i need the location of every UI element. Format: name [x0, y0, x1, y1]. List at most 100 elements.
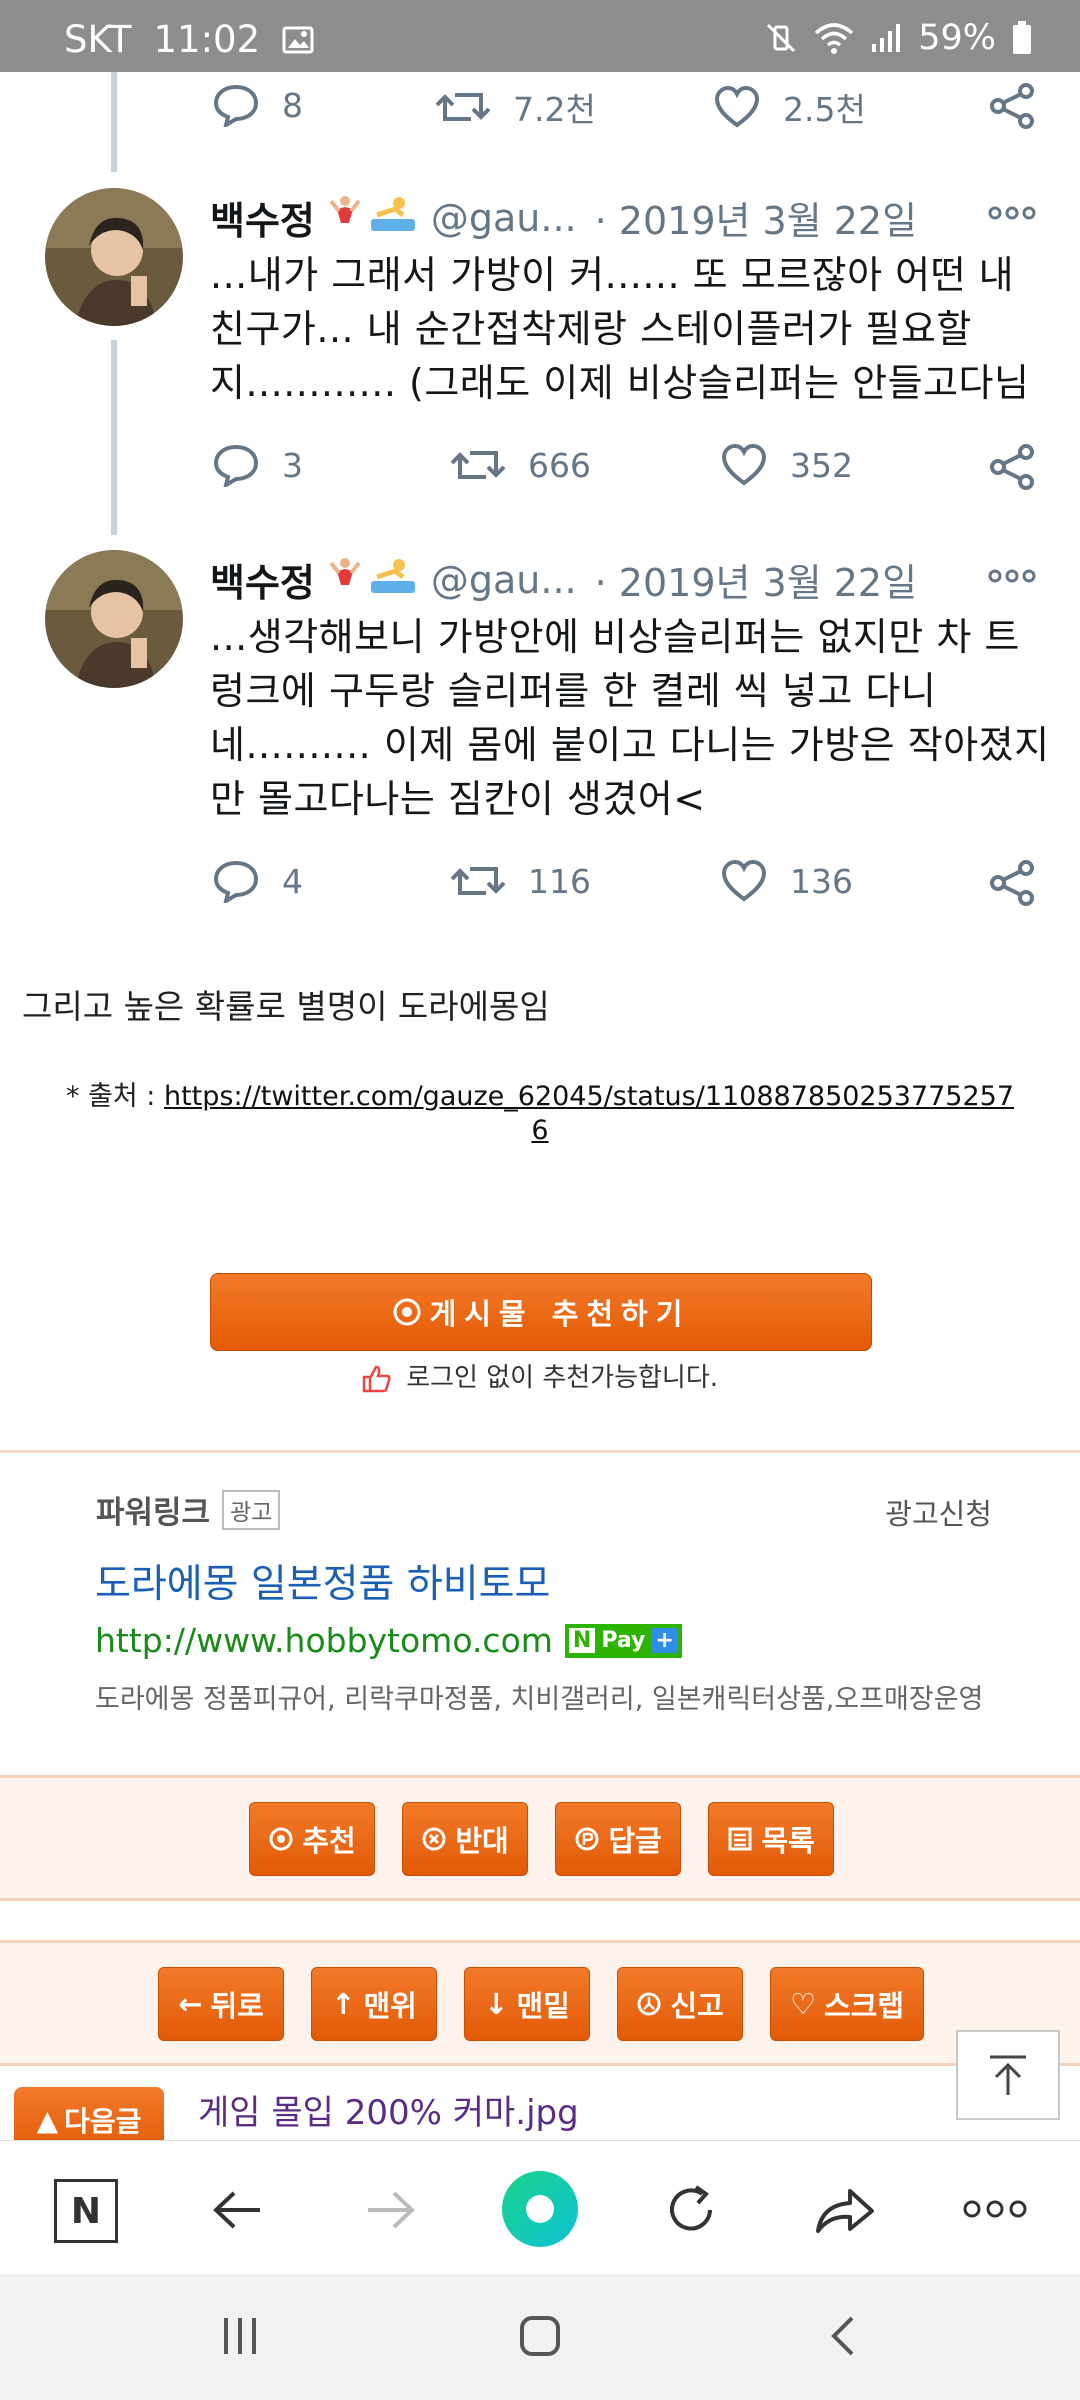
- carrier: SKT: [64, 18, 132, 61]
- share-action[interactable]: [988, 859, 1036, 907]
- source-link-continued[interactable]: 6: [531, 1115, 548, 1146]
- like-action[interactable]: 2.5천: [713, 83, 866, 131]
- status-left: SKT 11:02: [64, 18, 314, 61]
- browser-toolbar: N: [0, 2140, 1080, 2275]
- next-post-title[interactable]: 게임 몰입 200% 커마.jpg: [198, 2085, 579, 2134]
- like-action[interactable]: 136: [720, 859, 853, 903]
- powerlink-header: 파워링크 광고: [96, 1487, 281, 1532]
- cheer-emoji-icon: [325, 193, 365, 242]
- cheer-emoji-icon: [325, 555, 365, 604]
- back-button-label: 뒤로: [210, 1989, 264, 2023]
- ad-badge: 광고: [222, 1489, 281, 1530]
- heart-icon: [721, 443, 767, 486]
- home-icon[interactable]: [518, 2314, 562, 2358]
- share-icon: [990, 860, 1034, 906]
- status-bar: SKT 11:02 59%: [0, 0, 1080, 72]
- reply-post-button[interactable]: 답글: [555, 1802, 681, 1876]
- swimmer-emoji-icon: [369, 193, 417, 242]
- back-button[interactable]: ← 뒤로: [158, 1967, 284, 2041]
- avatar[interactable]: [45, 550, 183, 688]
- share-action[interactable]: [988, 443, 1036, 491]
- bottom-button[interactable]: ↓ 맨밑: [464, 1967, 590, 2041]
- retweet-count: 116: [528, 861, 591, 901]
- avatar-image: [45, 550, 183, 688]
- retweet-action[interactable]: 7.2천: [435, 83, 596, 131]
- more-options-icon[interactable]: [988, 206, 1036, 220]
- mute-vibrate-icon: [767, 23, 796, 53]
- scrap-button[interactable]: ♡ 스크랩: [770, 1967, 924, 2041]
- signal-icon: [872, 24, 901, 52]
- retweet-icon: [435, 93, 491, 121]
- back-icon[interactable]: [822, 2314, 866, 2358]
- swimmer-emoji-icon: [369, 555, 417, 604]
- tweet-date[interactable]: · 2019년 3월 22일: [595, 190, 917, 245]
- recommend-button-label: 추천: [302, 1824, 356, 1858]
- ad-description: 도라에몽 정품피규어, 리락쿠마정품, 치비갤러리, 일본캐릭터상품,오프매장운…: [95, 1684, 984, 1715]
- oppose-button[interactable]: 반대: [402, 1802, 528, 1876]
- reply-icon: [213, 860, 259, 903]
- source-citation: * 출처 : https://twitter.com/gauze_62045/s…: [0, 1080, 1080, 1148]
- back-arrow-icon[interactable]: [210, 2185, 266, 2235]
- ad-title-link[interactable]: 도라에몽 일본정품 하비토모: [95, 1553, 550, 1609]
- system-nav-bar: [0, 2274, 1080, 2400]
- green-dot-icon[interactable]: [500, 2169, 580, 2249]
- reply-count: 4: [282, 861, 303, 901]
- recommend-circle-icon: [269, 1827, 293, 1851]
- ad-url-row: http://www.hobbytomo.com N Pay +: [95, 1621, 682, 1660]
- reply-action[interactable]: 4: [212, 859, 303, 903]
- avatar[interactable]: [45, 188, 183, 326]
- npay-n-icon: N: [568, 1628, 596, 1653]
- recommend-button-label: 게시물 추천하기: [429, 1297, 691, 1331]
- tweet-date[interactable]: · 2019년 3월 22일: [595, 552, 917, 607]
- thread-line: [111, 340, 117, 535]
- forward-arrow-icon[interactable]: [362, 2185, 418, 2235]
- source-link[interactable]: https://twitter.com/gauze_62045/status/1…: [164, 1081, 1014, 1112]
- vote-bar: 추천 반대 답글 목록: [0, 1775, 1080, 1901]
- ad-url[interactable]: http://www.hobbytomo.com: [95, 1621, 553, 1660]
- reply-action[interactable]: 3: [212, 443, 303, 487]
- display-name[interactable]: 백수정: [210, 552, 315, 607]
- thread-line: [111, 72, 117, 172]
- recommend-button[interactable]: 추천: [249, 1802, 375, 1876]
- battery-percent: 59%: [918, 18, 996, 58]
- scroll-to-top-button[interactable]: [956, 2030, 1060, 2120]
- tweet-text: ...내가 그래서 가방이 커...... 또 모르잖아 어떤 내 친구가...…: [210, 253, 1030, 405]
- recommend-post-button[interactable]: 게시물 추천하기: [210, 1273, 872, 1351]
- handle[interactable]: @gau...: [431, 196, 577, 240]
- reply-count: 3: [282, 445, 303, 485]
- more-menu-icon[interactable]: [962, 2199, 1028, 2219]
- like-action[interactable]: 352: [720, 443, 853, 487]
- top-button[interactable]: ↑ 맨위: [311, 1967, 437, 2041]
- list-icon: [728, 1827, 752, 1851]
- report-icon: [637, 1992, 661, 2016]
- tweet-text: ...생각해보니 가방안에 비상슬리퍼는 없지만 차 트렁크에 구두랑 슬리퍼를…: [210, 615, 1050, 821]
- x-circle-icon: [422, 1827, 446, 1851]
- display-name[interactable]: 백수정: [210, 190, 315, 245]
- refresh-icon[interactable]: [662, 2181, 720, 2239]
- retweet-action[interactable]: 666: [450, 443, 591, 487]
- up-arrow-icon: ↑: [331, 1987, 356, 2021]
- powerlink-ad: 파워링크 광고 광고신청 도라에몽 일본정품 하비토모 http://www.h…: [0, 1453, 1080, 1773]
- avatar-image: [45, 188, 183, 326]
- share-arrow-icon[interactable]: [812, 2183, 876, 2237]
- naver-home-button[interactable]: N: [54, 2179, 118, 2243]
- oppose-button-label: 반대: [455, 1824, 509, 1858]
- handle[interactable]: @gau...: [431, 558, 577, 602]
- up-triangle-icon: ▲: [36, 2103, 59, 2137]
- list-button[interactable]: 목록: [708, 1802, 834, 1876]
- report-button[interactable]: 신고: [617, 1967, 743, 2041]
- reply-action[interactable]: 8: [212, 83, 303, 127]
- clock: 11:02: [153, 18, 261, 61]
- down-arrow-icon: ↓: [484, 1987, 509, 2021]
- npay-badge: N Pay +: [564, 1623, 682, 1658]
- next-post-button-label: 다음글: [64, 2105, 142, 2138]
- ad-apply-link[interactable]: 광고신청: [885, 1491, 992, 1533]
- retweet-action[interactable]: 116: [450, 859, 591, 903]
- recent-apps-icon[interactable]: [218, 2314, 262, 2358]
- reply-post-button-label: 답글: [608, 1824, 662, 1858]
- source-prefix: * 출처 :: [65, 1081, 164, 1112]
- more-options-icon[interactable]: [988, 569, 1036, 583]
- status-right: 59%: [764, 18, 1032, 58]
- share-action[interactable]: [988, 82, 1036, 130]
- reply-icon: [213, 84, 259, 127]
